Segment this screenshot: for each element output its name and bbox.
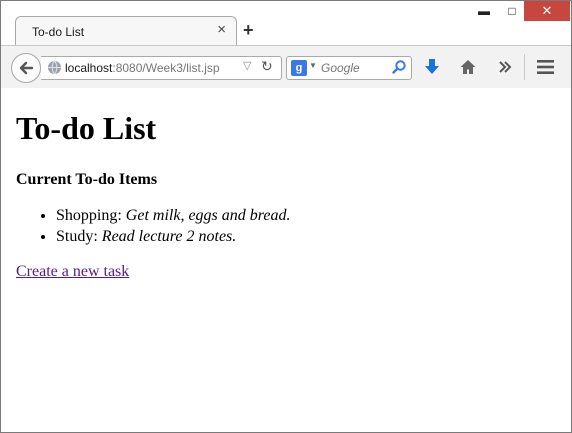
list-item: Shopping: Get milk, eggs and bread. [56, 205, 291, 226]
search-icon[interactable] [391, 59, 407, 75]
item-note: Read lecture 2 notes. [101, 228, 237, 245]
back-button[interactable] [11, 53, 41, 83]
tab-strip: To-do List × + ▬ □ ✕ [1, 1, 571, 46]
browser-window: To-do List × + ▬ □ ✕ localhost:8080/Week… [0, 0, 572, 433]
url-bar[interactable]: localhost:8080/Week3/list.jsp ▽ ↻ [41, 56, 282, 80]
tab-todo-list[interactable]: To-do List × [15, 16, 237, 46]
create-task-link[interactable]: Create a new task [16, 263, 129, 281]
close-window-button[interactable]: ✕ [524, 1, 570, 21]
todo-list: Shopping: Get milk, eggs and bread. Stud… [16, 205, 291, 247]
new-tab-button[interactable]: + [243, 21, 254, 39]
toolbar-divider [524, 54, 525, 80]
item-label: Shopping: [56, 207, 122, 224]
download-icon[interactable] [424, 58, 440, 76]
globe-icon [48, 60, 61, 75]
home-icon[interactable] [459, 58, 477, 76]
reload-icon[interactable]: ↻ [261, 58, 273, 75]
item-label: Study: [56, 228, 98, 245]
minimize-button[interactable]: ▬ [470, 1, 498, 21]
item-note: Get milk, eggs and bread. [125, 207, 291, 224]
url-text[interactable]: localhost:8080/Week3/list.jsp [65, 61, 220, 75]
search-engine-dropdown-icon[interactable]: ▼ [309, 61, 317, 70]
search-bar[interactable]: g ▼ Google [286, 56, 412, 80]
tab-title: To-do List [32, 25, 85, 39]
url-path: :8080/Week3/list.jsp [112, 61, 220, 75]
page-content: To-do List Current To-do Items Shopping:… [1, 88, 571, 432]
google-icon[interactable]: g [291, 60, 307, 76]
page-title: To-do List [16, 110, 157, 146]
list-item: Study: Read lecture 2 notes. [56, 226, 291, 247]
section-heading: Current To-do Items [16, 171, 158, 188]
search-input[interactable]: Google [321, 61, 360, 75]
overflow-chevron-icon[interactable] [498, 60, 512, 74]
back-arrow-icon [19, 61, 34, 75]
maximize-button[interactable]: □ [498, 1, 526, 21]
tab-close-icon[interactable]: × [217, 22, 226, 38]
menu-icon[interactable] [537, 59, 554, 75]
navigation-bar: localhost:8080/Week3/list.jsp ▽ ↻ g ▼ Go… [1, 45, 571, 89]
dropdown-arrow-icon[interactable]: ▽ [243, 59, 251, 72]
url-host: localhost [65, 61, 113, 75]
